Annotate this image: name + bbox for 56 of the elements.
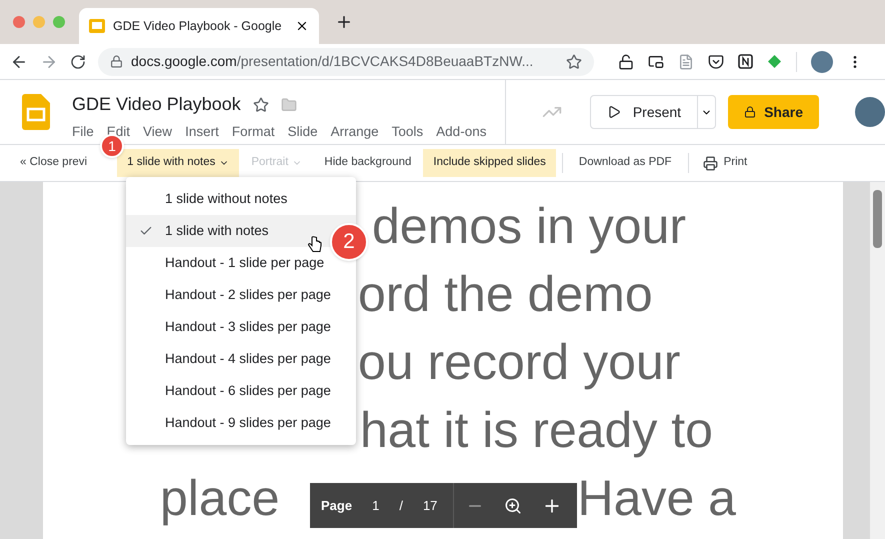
layout-menu-item[interactable]: Handout - 9 slides per page <box>126 407 356 439</box>
download-pdf-button[interactable]: Download as PDF <box>568 149 682 177</box>
close-tab-icon[interactable] <box>295 19 309 33</box>
scrollbar-thumb[interactable] <box>873 190 882 248</box>
slides-icon <box>89 19 105 33</box>
document-icon[interactable] <box>678 54 694 70</box>
page-label: Page <box>321 496 352 515</box>
notion-icon[interactable] <box>738 54 753 69</box>
print-button[interactable]: Print <box>694 149 756 177</box>
lock-icon <box>744 106 756 118</box>
toggle-button[interactable]: Hide background <box>314 149 422 177</box>
slide-text-line: ord the demo <box>358 265 653 324</box>
lock-icon <box>110 55 123 68</box>
page-total: 17 <box>422 496 438 515</box>
new-tab-icon[interactable] <box>335 13 353 31</box>
menu-item[interactable]: Insert <box>185 124 219 140</box>
share-button[interactable]: Share <box>728 95 819 129</box>
star-icon[interactable] <box>252 96 269 112</box>
menu-item[interactable]: Add-ons <box>436 124 486 140</box>
layout-menu-item[interactable]: Handout - 4 slides per page <box>126 343 356 375</box>
slide-text-line: ou record your <box>358 333 680 392</box>
toggle-button[interactable]: Include skipped slides <box>423 149 556 177</box>
picture-in-picture-icon[interactable] <box>648 54 664 70</box>
zoom-in-icon[interactable] <box>504 496 522 514</box>
present-button[interactable]: Present <box>590 95 716 129</box>
play-icon <box>606 105 621 119</box>
layout-menu-item[interactable]: 1 slide without notes <box>126 183 356 215</box>
user-avatar[interactable] <box>855 97 885 127</box>
page-number-field[interactable]: 1 <box>372 496 380 516</box>
slide-text: place <box>160 469 280 528</box>
document-title[interactable]: GDE Video Playbook <box>72 91 241 118</box>
address-field[interactable]: docs.google.com/presentation/d/1BCVCAKS4D8BeuaaBTzNW... <box>98 48 594 76</box>
pocket-icon[interactable] <box>708 54 724 70</box>
menu-item[interactable]: Tools <box>392 124 424 140</box>
reload-icon[interactable] <box>70 54 86 70</box>
layout-menu-item[interactable]: Handout - 3 slides per page <box>126 311 356 343</box>
close-preview-link[interactable]: « Close previ <box>12 154 88 172</box>
menu-item[interactable]: Arrange <box>330 124 379 140</box>
layout-menu-item[interactable]: Handout - 2 slides per page <box>126 279 356 311</box>
slide-text-line: hat it is ready to <box>360 401 713 460</box>
browser-tab[interactable]: GDE Video Playbook - Google <box>79 8 319 44</box>
printer-icon <box>702 156 718 170</box>
page-separator: / <box>399 496 403 515</box>
padlock-icon[interactable] <box>618 54 634 70</box>
menu-item[interactable]: View <box>143 124 172 140</box>
bookmark-star-icon[interactable] <box>566 54 582 70</box>
profile-avatar[interactable] <box>811 50 833 72</box>
dropdown-button[interactable]: 1 slide with notes <box>117 149 240 177</box>
slide-text-line: demos in your <box>372 197 686 256</box>
feedly-icon[interactable] <box>767 54 782 69</box>
hand-cursor-icon <box>308 236 322 253</box>
slide-text: Have a <box>578 469 736 528</box>
menu-item[interactable]: Format <box>232 124 275 140</box>
menu-item[interactable]: File <box>72 124 94 140</box>
layout-menu-item[interactable]: Handout - 6 slides per page <box>126 375 356 407</box>
menu-item[interactable]: Slide <box>288 124 318 140</box>
